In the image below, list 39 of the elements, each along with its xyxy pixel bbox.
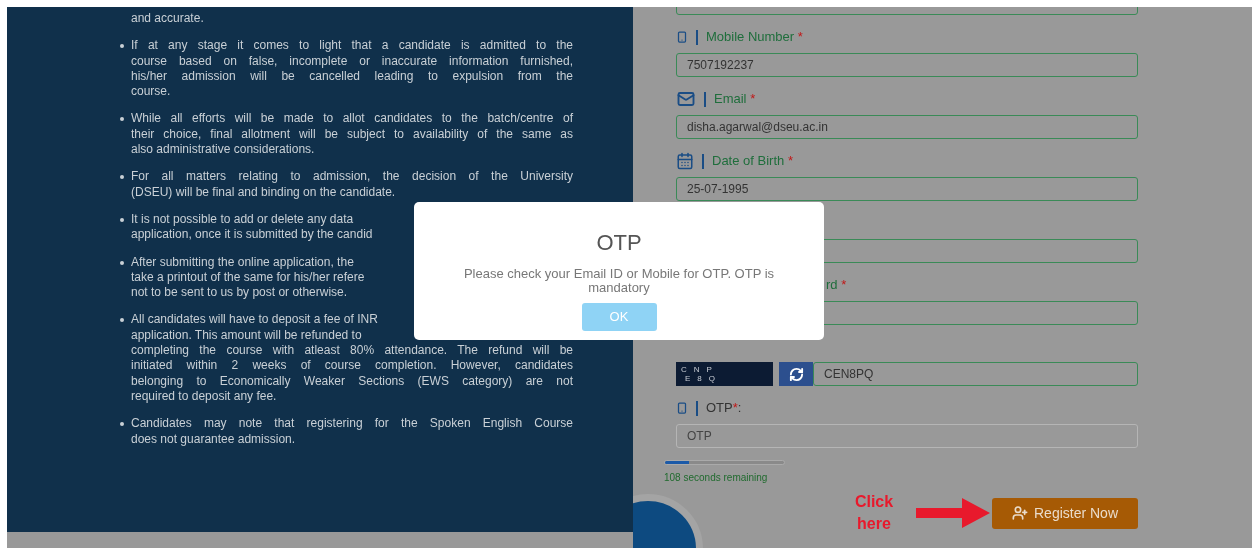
captcha-image: C N P E 8 Q (676, 362, 773, 386)
terms-text-line: application, once it is submitted by the candid (131, 227, 373, 243)
terms-text-line: his/her admission will be cancelled leading to expulsion from the (131, 68, 573, 85)
annotation-text: Click here (853, 492, 895, 534)
terms-text-line: completing the course with atleast 80% attendance. The refund will be (131, 343, 573, 359)
terms-text-line: take a printout of the same for his/her refere (131, 269, 365, 286)
terms-text-line: does not guarantee admission. (131, 431, 296, 447)
terms-text-line: (DSEU) will be final and binding on the candidate. (131, 184, 396, 200)
terms-text-line: All candidates will have to deposit a fee of INR (131, 312, 378, 328)
otp-input[interactable]: OTP (676, 424, 1138, 448)
field-label: Email * (714, 90, 756, 109)
field-label: Mobile Number * (706, 28, 803, 47)
terms-text-line: For all matters relating to admission, the decision of the University (131, 169, 573, 185)
input-field[interactable]: 7507192237 (676, 53, 1138, 77)
timer-text: 108 seconds remaining (664, 471, 769, 485)
register-button[interactable]: Register Now (992, 497, 1138, 529)
input-field[interactable]: 25-07-1995 (676, 177, 1138, 201)
terms-text-line: Candidates may note that registering for the Spoken English Course (131, 416, 573, 432)
dialog-title: OTP (596, 229, 642, 257)
terms-text-line: belonging to Economically Weaker Sections (EWS category) are not (131, 373, 573, 389)
captcha-input[interactable]: CEN8PQ (813, 362, 1138, 386)
terms-text-line: also administrative considerations. (131, 142, 315, 158)
terms-text-line: application. This amount will be refunded to (131, 327, 362, 344)
input-field[interactable]: disha.agarwal@dseu.ac.in (676, 115, 1138, 139)
terms-text-line: required to deposit any fee. (131, 388, 277, 405)
terms-text-line: and accurate. (131, 11, 204, 27)
terms-text-line: If at any stage it comes to light that a candidate is admitted to the (131, 38, 573, 54)
field-label: rd * (826, 276, 847, 295)
terms-text-line: not to be sent to us by post or otherwise. (131, 285, 348, 301)
terms-text-line: course based on false, incomplete or inaccurate information furnished, (131, 53, 573, 69)
field-label: OTP*: (706, 399, 742, 418)
terms-text-line: initiated within 2 weeks of course completion. However, candidates (131, 358, 573, 374)
dialog-message: Please check your Email ID or Mobile for OTP. OTP is mandatory (462, 267, 776, 295)
terms-text-line: While all efforts will be made to allot candidates to the batch/centre of (131, 111, 573, 127)
terms-text-line: It is not possible to add or delete any data (131, 211, 354, 228)
terms-text-line: their choice, final allotment will be subject to availability of the same as (131, 126, 573, 143)
terms-text-line: course. (131, 84, 171, 100)
field-label: Date of Birth * (712, 152, 793, 171)
terms-text-line: After submitting the online application, the (131, 254, 354, 270)
